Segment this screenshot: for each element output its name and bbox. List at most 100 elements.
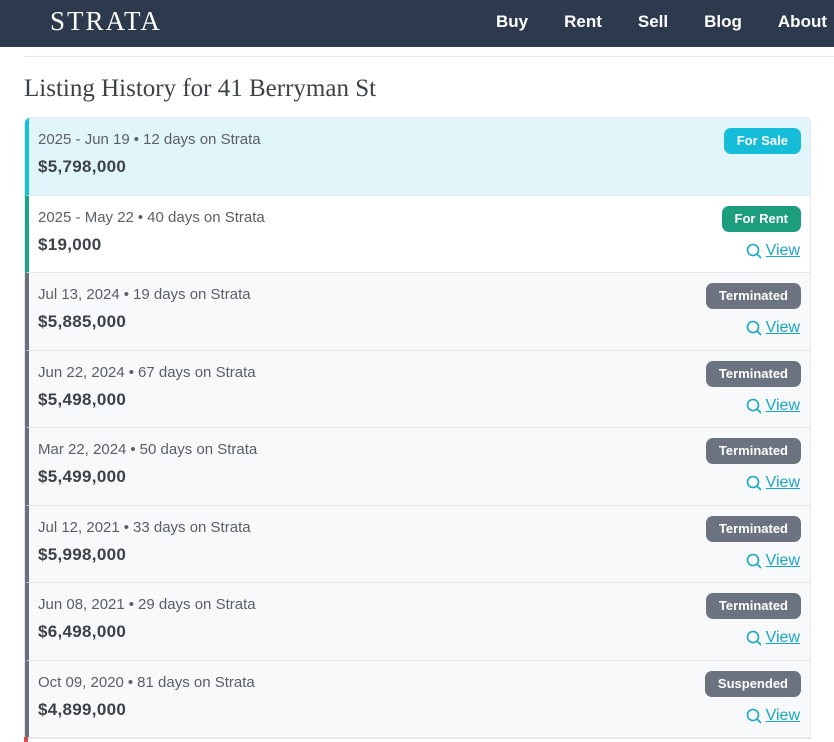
search-icon (746, 553, 761, 568)
currency-symbol: $ (38, 389, 48, 409)
listing-days: 81 days on Strata (137, 673, 255, 691)
listing-date-line: Jul 13, 2024 • 19 days on Strata (38, 286, 251, 303)
header-divider (24, 56, 834, 57)
view-link[interactable]: View (746, 319, 800, 337)
listing-price: $6,498,000 (38, 622, 126, 642)
listing-price: $5,499,000 (38, 467, 126, 487)
separator-dot: • (128, 596, 135, 613)
currency-symbol: $ (38, 467, 48, 486)
search-icon (746, 475, 761, 491)
listing-date-line: Jun 22, 2024 • 67 days on Strata (38, 364, 256, 381)
view-link-label: View (765, 551, 800, 569)
listing-date-line: Mar 22, 2024 • 50 days on Strata (38, 441, 257, 458)
listing-row[interactable]: 2025 - Jun 19 • 12 days on Strata $5,798,00… (25, 118, 810, 196)
listing-days: 12 days on Strata (143, 131, 261, 148)
separator-dot: • (137, 208, 144, 226)
listing-date: 2025 - Jun 19 (38, 131, 130, 148)
listing-date: Jul 12, 2021 (38, 518, 120, 536)
status-badge: For Sale (723, 128, 801, 154)
view-link[interactable]: View (746, 242, 800, 260)
listing-row[interactable]: Jun 08, 2021 • 29 days on Strata $6,498,000… (25, 583, 810, 661)
price-value: 19,000 (47, 234, 102, 254)
currency-symbol: $ (38, 699, 48, 719)
search-icon (746, 630, 761, 646)
listing-row[interactable]: Jul 12, 2021 • 33 days on Strata $5,998,000… (25, 505, 810, 583)
price-value: 4,899,000 (47, 699, 127, 719)
search-icon (746, 398, 761, 413)
listing-days: 50 days on Strata (139, 441, 258, 458)
next-row-edge (24, 737, 28, 742)
search-icon (746, 708, 761, 723)
listing-price: $19,000 (38, 235, 102, 255)
page-title: Listing History for 41 Berryman St (24, 75, 377, 102)
listing-row[interactable]: Mar 22, 2024 • 50 days on Strata $5,499,000… (25, 428, 810, 506)
nav-buy[interactable]: Buy (496, 12, 528, 32)
view-link-label: View (765, 319, 800, 336)
view-link-label: View (765, 396, 800, 414)
listing-history-list: 2025 - Jun 19 • 12 days on Strata $5,798,00… (24, 117, 811, 739)
price-value: 6,498,000 (47, 622, 127, 641)
separator-dot: • (128, 363, 135, 381)
separator-dot: • (123, 286, 129, 303)
nav-rent[interactable]: Rent (564, 12, 602, 32)
main-nav: Buy Rent Sell Blog About (496, 0, 834, 43)
price-value: 5,499,000 (47, 467, 127, 486)
separator-dot: • (127, 673, 134, 691)
separator-dot: • (133, 131, 140, 148)
listing-days: 29 days on Strata (138, 596, 256, 613)
status-badge: For Rent (721, 205, 801, 232)
currency-symbol: $ (38, 622, 48, 641)
view-link[interactable]: View (746, 629, 800, 647)
status-badge: Terminated (705, 515, 801, 542)
search-icon (746, 243, 761, 258)
currency-symbol: $ (38, 312, 48, 331)
nav-about[interactable]: About (778, 12, 827, 32)
listing-date: Mar 22, 2024 (38, 441, 127, 458)
nav-sell[interactable]: Sell (638, 12, 668, 32)
listing-date: Oct 09, 2020 (38, 673, 124, 691)
listing-date: Jun 22, 2024 (38, 363, 125, 381)
listing-days: 19 days on Strata (133, 286, 251, 303)
listing-days: 40 days on Strata (147, 208, 265, 226)
listing-price: $5,498,000 (38, 390, 126, 410)
listing-price: $4,899,000 (38, 700, 126, 720)
view-link-label: View (765, 629, 800, 646)
listing-days: 67 days on Strata (138, 363, 256, 381)
view-link-label: View (765, 706, 800, 724)
view-link-label: View (765, 474, 800, 491)
currency-symbol: $ (38, 234, 48, 254)
status-badge: Terminated (705, 283, 801, 309)
status-badge: Suspended (704, 670, 801, 697)
nav-blog[interactable]: Blog (704, 12, 742, 32)
view-link[interactable]: View (746, 397, 800, 415)
listing-price: $5,885,000 (38, 312, 126, 332)
separator-dot: • (130, 441, 136, 458)
listing-date-line: Oct 09, 2020 • 81 days on Strata (38, 674, 255, 691)
strata-logo[interactable]: STRATA (50, 4, 162, 38)
price-value: 5,998,000 (47, 544, 127, 564)
currency-symbol: $ (38, 544, 48, 564)
separator-dot: • (123, 518, 129, 536)
view-link[interactable]: View (746, 552, 800, 570)
price-value: 5,798,000 (47, 157, 127, 176)
search-icon (746, 320, 761, 336)
price-value: 5,885,000 (47, 312, 127, 331)
listing-row[interactable]: Jun 22, 2024 • 67 days on Strata $5,498,000… (25, 350, 810, 428)
price-value: 5,498,000 (47, 389, 127, 409)
listing-price: $5,998,000 (38, 545, 126, 565)
listing-row[interactable]: Jul 13, 2024 • 19 days on Strata $5,885,000… (25, 273, 810, 351)
view-link[interactable]: View (746, 474, 800, 492)
status-badge: Terminated (705, 438, 801, 464)
listing-row[interactable]: Oct 09, 2020 • 81 days on Strata $4,899,000… (25, 660, 810, 738)
listing-row[interactable]: 2025 - May 22 • 40 days on Strata $19,000 Fo… (25, 195, 810, 273)
listing-price: $5,798,000 (38, 157, 126, 177)
listing-date: Jun 08, 2021 (38, 596, 125, 613)
listing-days: 33 days on Strata (133, 518, 251, 536)
status-badge: Terminated (705, 593, 801, 619)
listing-date: Jul 13, 2024 (38, 286, 120, 303)
view-link-label: View (765, 241, 800, 259)
listing-date: 2025 - May 22 (38, 208, 134, 226)
listing-date-line: 2025 - Jun 19 • 12 days on Strata (38, 131, 261, 148)
view-link[interactable]: View (746, 707, 800, 725)
listing-date-line: 2025 - May 22 • 40 days on Strata (38, 209, 265, 226)
